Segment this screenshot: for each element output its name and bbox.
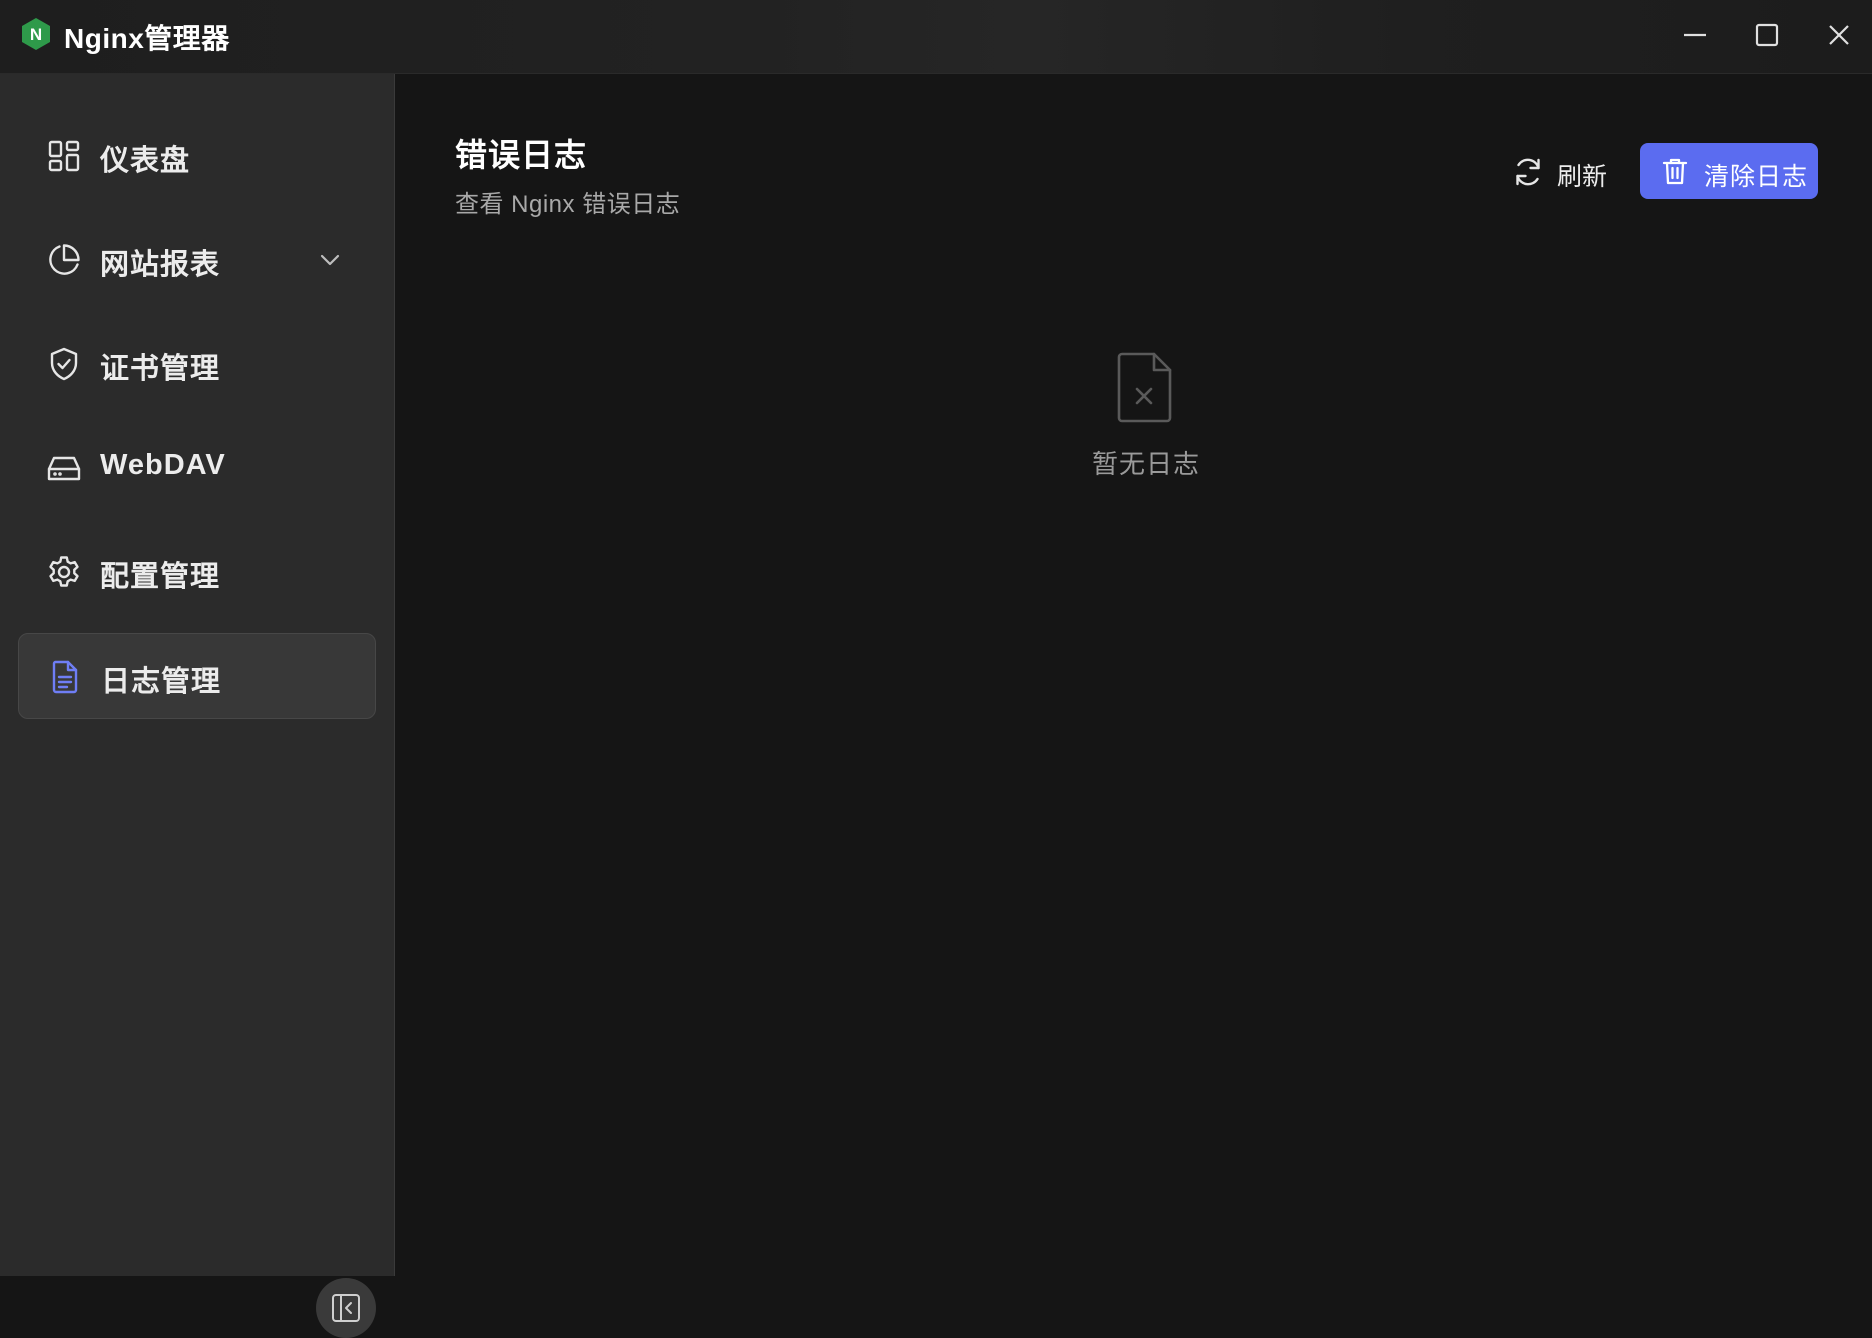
nginx-logo-icon: N bbox=[22, 18, 50, 50]
title-bar: N Nginx管理器 bbox=[0, 0, 1872, 74]
dashboard-grid-icon bbox=[46, 138, 82, 174]
gear-icon bbox=[46, 554, 82, 590]
sidebar-item-label: WebDAV bbox=[100, 449, 226, 481]
clear-logs-button[interactable]: 清除日志 bbox=[1640, 143, 1818, 199]
svg-text:N: N bbox=[30, 25, 42, 44]
page-title: 错误日志 bbox=[455, 137, 588, 173]
minimize-icon bbox=[1684, 33, 1706, 37]
page-subtitle: 查看 Nginx 错误日志 bbox=[455, 191, 681, 218]
close-icon bbox=[1829, 25, 1849, 45]
trash-icon bbox=[1662, 158, 1688, 185]
sidebar-item-label: 证书管理 bbox=[100, 353, 221, 385]
sidebar-collapse-icon bbox=[332, 1294, 360, 1322]
hard-drive-icon bbox=[46, 450, 82, 486]
app-title: Nginx管理器 bbox=[64, 23, 230, 54]
sidebar-item-label: 日志管理 bbox=[101, 666, 222, 698]
clear-logs-label: 清除日志 bbox=[1704, 163, 1809, 191]
sidebar-item-label: 网站报表 bbox=[100, 249, 221, 281]
collapse-sidebar-button[interactable] bbox=[316, 1278, 376, 1338]
close-button[interactable] bbox=[1821, 17, 1857, 53]
sidebar-item-dashboard[interactable]: 仪表盘 bbox=[18, 113, 376, 199]
refresh-button[interactable]: 刷新 bbox=[1511, 144, 1623, 200]
document-icon bbox=[47, 659, 83, 695]
sidebar-item-label: 配置管理 bbox=[100, 561, 221, 593]
shield-check-icon bbox=[46, 346, 82, 382]
pie-chart-icon bbox=[46, 242, 82, 278]
chevron-down-icon bbox=[320, 254, 340, 266]
maximize-button[interactable] bbox=[1749, 17, 1785, 53]
sidebar-item-logs[interactable]: 日志管理 bbox=[18, 633, 376, 719]
maximize-icon bbox=[1755, 23, 1779, 47]
refresh-label: 刷新 bbox=[1557, 163, 1608, 191]
main-content: 错误日志 查看 Nginx 错误日志 刷新 清除日志 暂无日志 bbox=[396, 74, 1872, 1276]
sidebar-item-site-reports[interactable]: 网站报表 bbox=[18, 217, 376, 303]
empty-state-text: 暂无日志 bbox=[1091, 449, 1200, 479]
sidebar-item-label: 仪表盘 bbox=[100, 145, 191, 177]
file-x-icon bbox=[1117, 352, 1172, 423]
refresh-icon bbox=[1516, 158, 1540, 186]
minimize-button[interactable] bbox=[1677, 17, 1713, 53]
sidebar-item-webdav[interactable]: WebDAV bbox=[18, 425, 376, 511]
sidebar-item-config[interactable]: 配置管理 bbox=[18, 529, 376, 615]
sidebar: 仪表盘 网站报表 证书管理 WebDAV 配置管理 日志管理 bbox=[0, 74, 395, 1338]
sidebar-item-certificates[interactable]: 证书管理 bbox=[18, 321, 376, 407]
